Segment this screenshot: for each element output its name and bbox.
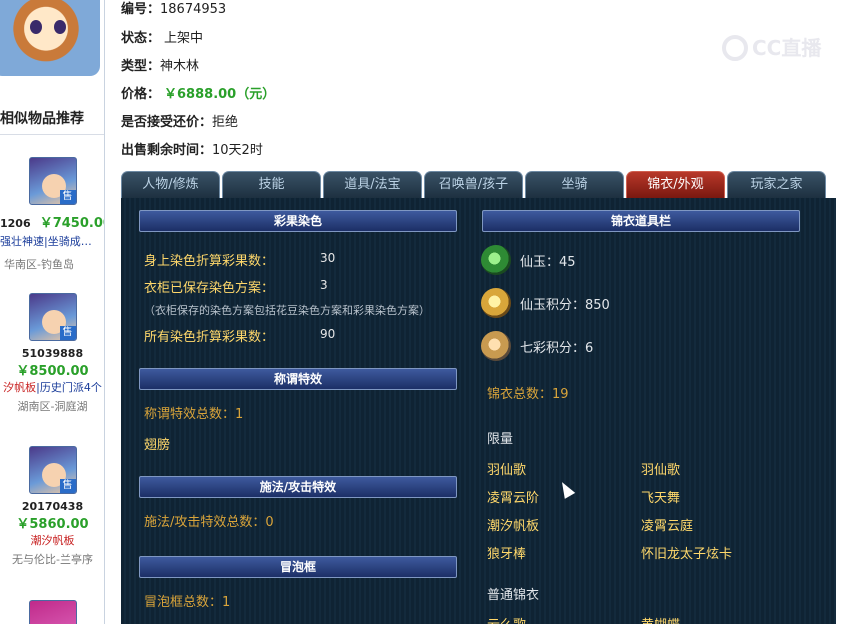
status-line: 状态： 上架中 — [121, 27, 203, 46]
watermark-text: CC直播 — [752, 36, 822, 60]
normal-item[interactable]: 云么歌 — [487, 614, 526, 624]
serial-line: 编号：18674953 — [121, 0, 226, 17]
item-tags[interactable]: 潮汐帆板 — [0, 532, 104, 548]
tab-skills[interactable]: 技能 — [222, 171, 321, 198]
wardrobe-header: 锦衣道具栏 — [482, 210, 800, 232]
bargain-label: 是否接受还价： — [121, 115, 213, 130]
item-location: 华南区-钓鱼岛 — [4, 258, 74, 271]
xianyu-icon — [481, 245, 511, 275]
recommend-item[interactable]: 售 20170438 ￥5860.00 潮汐帆板 无与伦比-兰亭序 — [0, 446, 104, 567]
tab-character[interactable]: 人物/修炼 — [121, 171, 220, 198]
limited-item[interactable]: 怀旧龙太子炫卡 — [641, 543, 732, 562]
price-label: 价格： — [121, 87, 161, 102]
tab-home[interactable]: 玩家之家 — [727, 171, 826, 198]
recommend-item[interactable]: 售 1206 ￥7450.00 强壮神速|坐骑成… 华南区-钓鱼岛 — [0, 157, 104, 271]
dye-row1-value: 30 — [320, 251, 336, 265]
similar-items-sidebar: 相似物品推荐 售 1206 ￥7450.00 强壮神速|坐骑成… 华南区-钓鱼岛… — [0, 0, 105, 624]
similar-items-title: 相似物品推荐 — [0, 111, 84, 127]
xianyu-points-label: 仙玉积分：850 — [520, 298, 610, 313]
cc-live-watermark: CC直播 — [722, 32, 821, 61]
item-price: ￥7450.00 — [39, 216, 105, 231]
item-thumbnail[interactable]: 售 — [28, 446, 77, 494]
serial-label: 编号： — [121, 2, 161, 17]
title-fx-total: 称谓特效总数：1 — [144, 407, 244, 422]
tag-red: 汐帆板 — [3, 381, 37, 394]
status-label: 状态： — [121, 31, 161, 46]
rainbow-points-label: 七彩积分：6 — [520, 341, 594, 356]
item-location: 无与伦比-兰亭序 — [12, 553, 93, 566]
character-avatar — [0, 0, 100, 76]
tab-mounts[interactable]: 坐骑 — [525, 171, 624, 198]
limited-item[interactable]: 羽仙歌 — [487, 459, 526, 478]
normal-item[interactable]: 黄蝴蝶 — [641, 614, 680, 624]
recommend-item[interactable]: 售 51039888 ￥8500.00 汐帆板|历史门派4个 湖南区-洞庭湖 — [0, 293, 104, 414]
tag-blue: |历史门派4个 — [36, 381, 102, 394]
item-id: 20170438 — [21, 500, 84, 513]
sidebar-divider — [0, 134, 104, 135]
item-id: 51039888 — [21, 347, 84, 360]
tag-red: 潮汐帆板 — [30, 534, 75, 547]
normal-title: 普通锦衣 — [487, 588, 540, 603]
item-id: 1206 — [0, 217, 31, 230]
dye-row3-value: 90 — [320, 327, 336, 341]
bubble-header: 冒泡框 — [139, 556, 457, 578]
item-thumbnail[interactable]: 售 — [28, 293, 77, 341]
item-thumbnail[interactable] — [28, 600, 77, 624]
dye-row2-value: 3 — [320, 278, 328, 292]
price-value: ￥6888.00（元） — [164, 87, 276, 102]
dye-row3-label: 所有染色折算彩果数： — [144, 330, 275, 345]
recommend-item[interactable] — [0, 600, 104, 624]
title-fx-header: 称谓特效 — [139, 368, 457, 390]
item-price: ￥5860.00 — [16, 517, 89, 532]
cc-logo-icon — [722, 35, 748, 61]
item-thumbnail[interactable]: 售 — [28, 157, 77, 205]
dye-section-header: 彩果染色 — [139, 210, 457, 232]
limited-item[interactable]: 飞天舞 — [641, 487, 680, 506]
wardrobe-total: 锦衣总数：19 — [487, 387, 569, 402]
serial-value: 18674953 — [160, 2, 227, 17]
xianyu-label: 仙玉：45 — [520, 255, 576, 270]
bargain-value: 拒绝 — [212, 115, 239, 130]
bargain-line: 是否接受还价：拒绝 — [121, 111, 238, 130]
dye-note: （衣柜保存的染色方案包括花豆染色方案和彩果染色方案） — [144, 304, 430, 317]
cast-fx-header: 施法/攻击特效 — [139, 476, 457, 498]
page: 相似物品推荐 售 1206 ￥7450.00 强壮神速|坐骑成… 华南区-钓鱼岛… — [0, 0, 860, 624]
tab-appearance[interactable]: 锦衣/外观 — [626, 171, 725, 198]
time-label: 出售剩余时间： — [121, 143, 213, 158]
sell-badge: 售 — [59, 326, 76, 340]
dye-row2-label: 衣柜已保存染色方案： — [144, 281, 275, 296]
appearance-panel: 彩果染色 身上染色折算彩果数： 30 衣柜已保存染色方案： 3 （衣柜保存的染色… — [121, 198, 836, 624]
item-tags[interactable]: 汐帆板|历史门派4个 — [0, 379, 104, 395]
time-value: 10天2时 — [212, 143, 263, 158]
sell-badge: 售 — [59, 479, 76, 493]
tab-items[interactable]: 道具/法宝 — [323, 171, 422, 198]
sell-badge: 售 — [59, 190, 76, 204]
limited-item[interactable]: 潮汐帆板 — [487, 515, 539, 534]
type-line: 类型：神木林 — [121, 55, 199, 74]
time-line: 出售剩余时间：10天2时 — [121, 139, 263, 158]
limited-item[interactable]: 狼牙棒 — [487, 543, 526, 562]
dye-row1-label: 身上染色折算彩果数： — [144, 254, 275, 269]
bubble-total: 冒泡框总数：1 — [144, 595, 231, 610]
tab-pets[interactable]: 召唤兽/孩子 — [424, 171, 523, 198]
limited-item[interactable]: 凌霄云庭 — [641, 515, 693, 534]
title-fx-item[interactable]: 翅膀 — [144, 434, 170, 453]
limited-title: 限量 — [487, 432, 514, 447]
item-tags[interactable]: 强壮神速|坐骑成… — [0, 233, 92, 249]
limited-item[interactable]: 凌霄云阶 — [487, 487, 539, 506]
type-label: 类型： — [121, 59, 161, 74]
cast-fx-total: 施法/攻击特效总数：0 — [144, 515, 274, 530]
limited-item[interactable]: 羽仙歌 — [641, 459, 680, 478]
status-value: 上架中 — [164, 31, 204, 46]
item-location: 湖南区-洞庭湖 — [17, 400, 88, 413]
price-line: 价格： ￥6888.00（元） — [121, 83, 275, 102]
item-price: ￥8500.00 — [16, 364, 89, 379]
tab-bar: 人物/修炼 技能 道具/法宝 召唤兽/孩子 坐骑 锦衣/外观 玩家之家 — [121, 171, 836, 198]
xianyu-points-icon — [481, 288, 511, 318]
type-value: 神木林 — [160, 59, 200, 74]
rainbow-points-icon — [481, 331, 511, 361]
